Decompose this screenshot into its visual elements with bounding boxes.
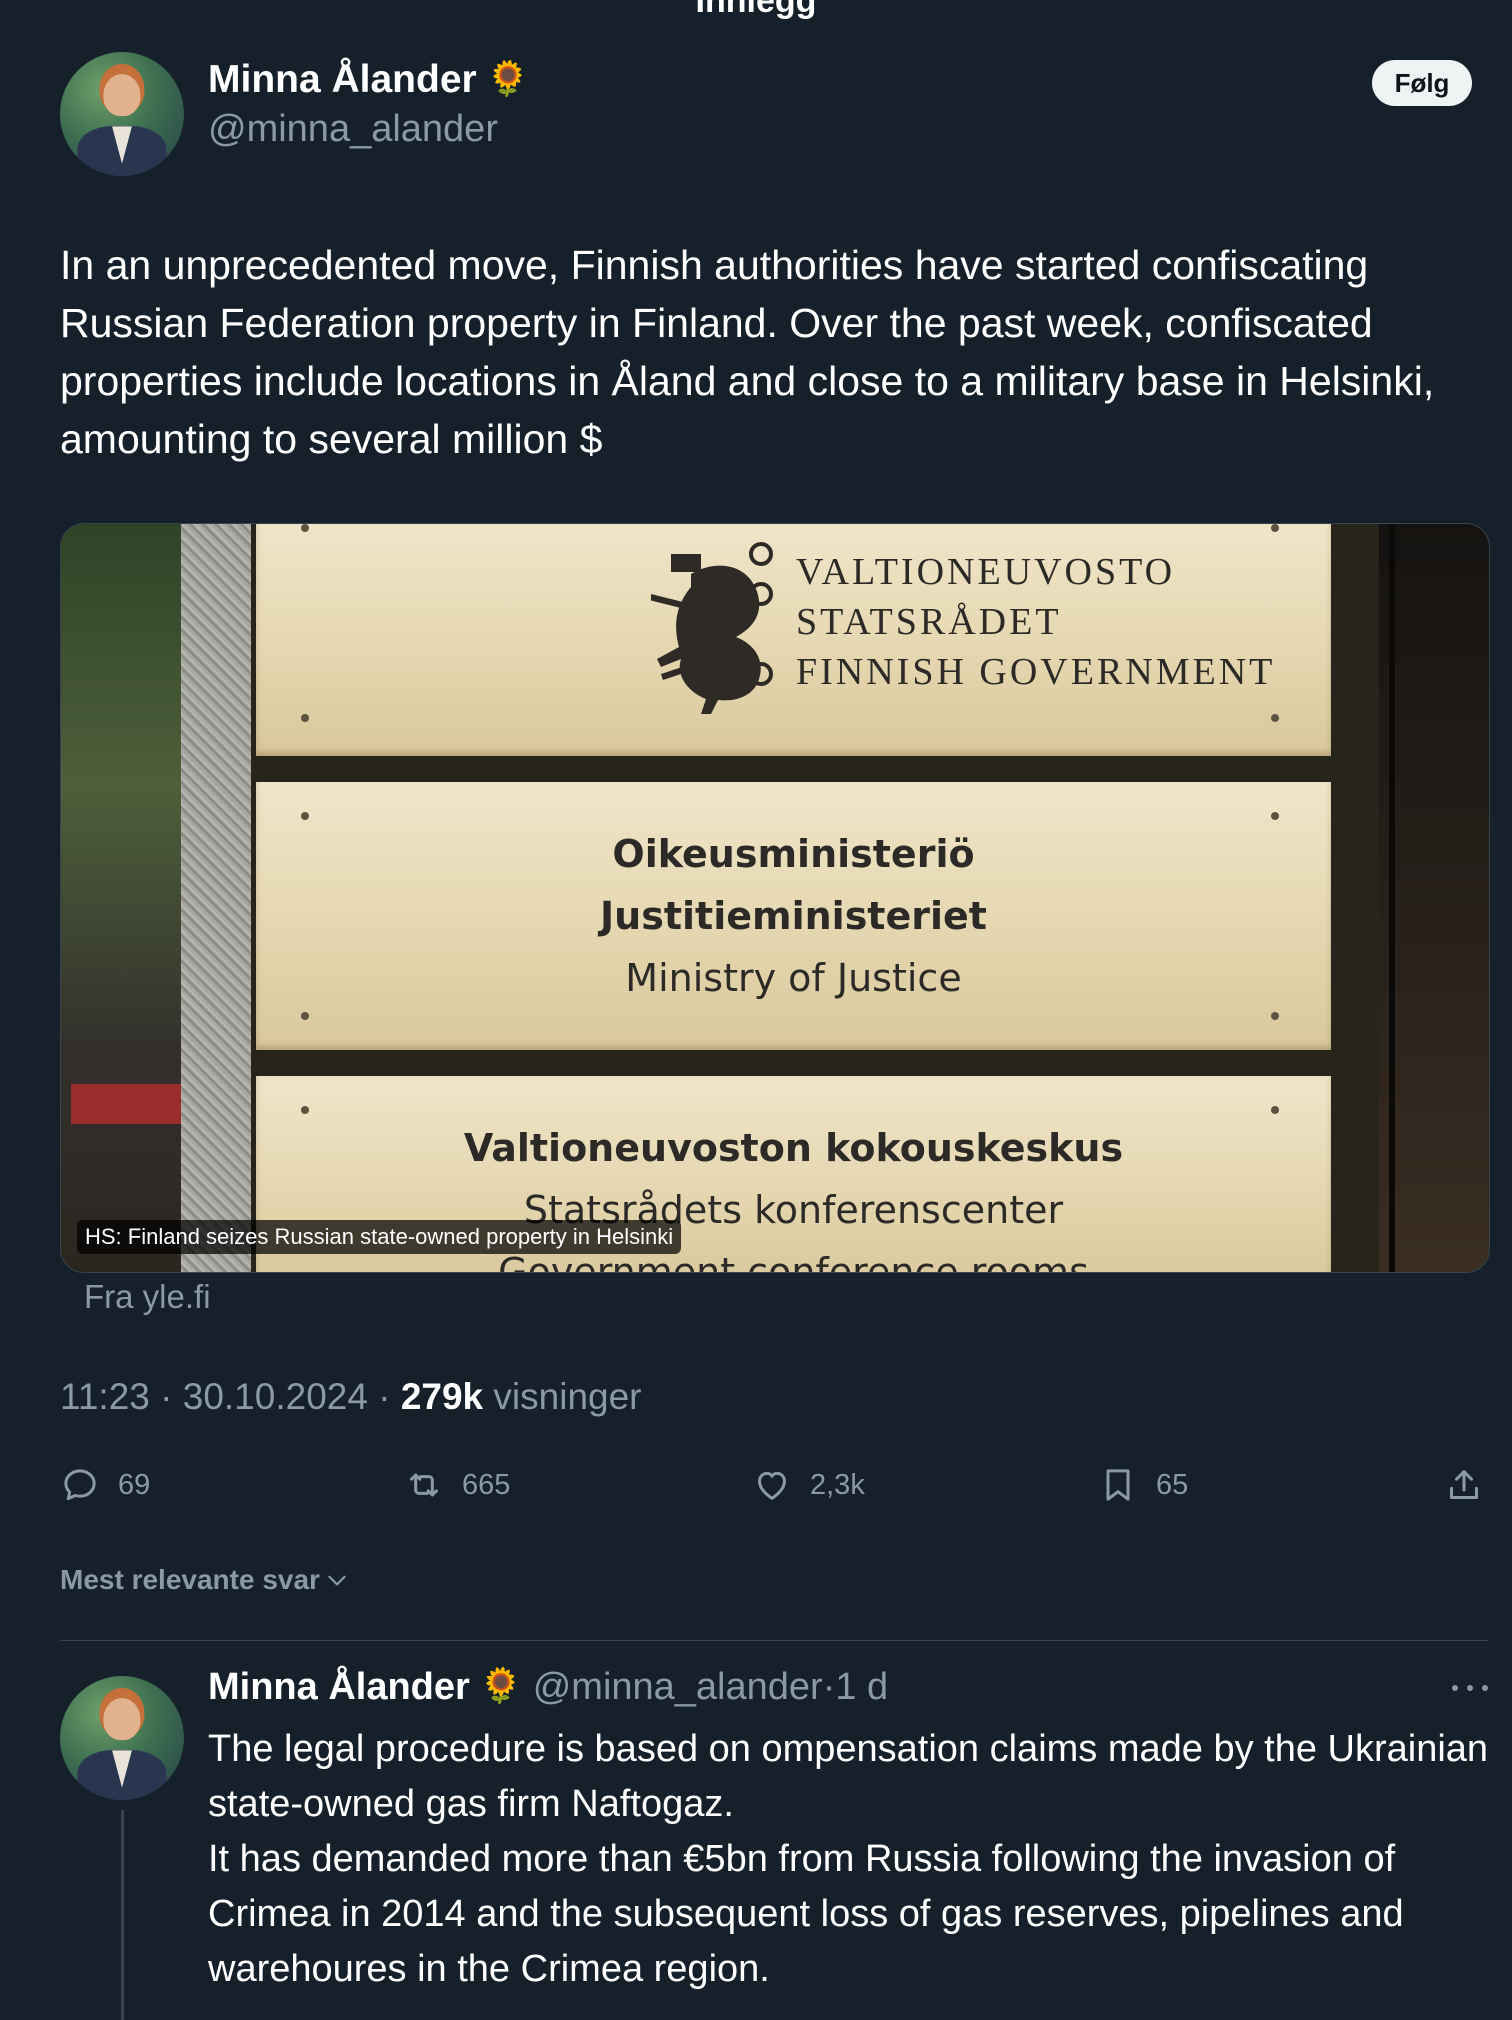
- sign-plate-government: VALTIONEUVOSTO STATSRÅDET FINNISH GOVERN…: [256, 524, 1331, 756]
- meta-separator: ·: [149, 1376, 183, 1417]
- photo-background-right: [1379, 524, 1489, 1272]
- screw: [301, 812, 309, 820]
- card-source[interactable]: Fra yle.fi: [84, 1278, 211, 1316]
- sign-line: STATSRÅDET: [796, 601, 1062, 643]
- thread-line: [121, 1810, 124, 2020]
- sign-line: Oikeusministeriö: [612, 832, 975, 876]
- post-date[interactable]: 30.10.2024: [183, 1376, 368, 1417]
- reply-age[interactable]: 1 d: [835, 1666, 888, 1708]
- share-button[interactable]: [1444, 1462, 1484, 1508]
- sign-line: Valtioneuvoston kokouskeskus: [463, 1126, 1124, 1170]
- reply-button[interactable]: 69: [60, 1462, 150, 1508]
- reply-sort-label: Mest relevante svar: [60, 1564, 320, 1595]
- repost-button[interactable]: 665: [404, 1462, 510, 1508]
- post-time[interactable]: 11:23: [60, 1376, 150, 1417]
- reply-author-name[interactable]: Minna Ålander: [208, 1666, 470, 1708]
- sign-line: VALTIONEUVOSTO: [796, 551, 1176, 593]
- photo-door-frame: [1389, 524, 1395, 1272]
- link-card[interactable]: VALTIONEUVOSTO STATSRÅDET FINNISH GOVERN…: [60, 523, 1490, 1273]
- reply-count: 69: [118, 1468, 151, 1501]
- screw: [1271, 812, 1279, 820]
- photo-granite-pillar: [181, 524, 261, 1272]
- screw: [1271, 1106, 1279, 1114]
- screw: [301, 1106, 309, 1114]
- reply-author-handle[interactable]: @minna_alander: [533, 1666, 823, 1708]
- like-count: 2,3k: [810, 1468, 865, 1501]
- reply-text: The legal procedure is based on ompensat…: [208, 1722, 1498, 1997]
- follow-button[interactable]: Følg: [1372, 60, 1472, 106]
- screw: [301, 714, 309, 722]
- bookmark-button[interactable]: 65: [1098, 1462, 1188, 1508]
- reply-sort-dropdown[interactable]: Mest relevante svar: [60, 1564, 350, 1596]
- author-name-text: Minna Ålander: [208, 58, 477, 101]
- more-dot: [1467, 1685, 1473, 1691]
- share-icon: [1450, 1470, 1478, 1499]
- repost-count: 665: [462, 1468, 511, 1501]
- like-button[interactable]: 2,3k: [752, 1462, 865, 1508]
- screw: [301, 1012, 309, 1020]
- bookmark-icon: [1106, 1469, 1130, 1501]
- screw: [301, 524, 309, 532]
- card-caption: HS: Finland seizes Russian state-owned p…: [77, 1220, 682, 1254]
- more-dot: [1452, 1685, 1458, 1691]
- reply-author-avatar[interactable]: [60, 1676, 184, 1800]
- more-options-button[interactable]: [1452, 1676, 1488, 1700]
- coat-of-arms-icon: [651, 542, 773, 714]
- heart-icon: [758, 1471, 786, 1500]
- post-meta: 11:23 · 30.10.2024 · 279k visninger: [60, 1376, 642, 1418]
- bookmark-count: 65: [1156, 1468, 1189, 1501]
- post-text: In an unprecedented move, Finnish author…: [60, 242, 1435, 462]
- author-avatar[interactable]: [60, 52, 184, 176]
- reply-header: Minna Ålander 🌻 @minna_alander·1 d: [208, 1666, 888, 1709]
- more-dot: [1482, 1685, 1488, 1691]
- sunflower-icon: 🌻: [479, 1667, 523, 1705]
- repost-icon: [410, 1473, 438, 1497]
- screw: [1271, 714, 1279, 722]
- screw: [1271, 1012, 1279, 1020]
- reply-separator: ·: [822, 1666, 836, 1708]
- sign-line: Justitieministeriet: [600, 894, 987, 938]
- reply-icon: [64, 1469, 96, 1501]
- divider: [60, 1640, 1488, 1641]
- sunflower-icon: 🌻: [486, 60, 530, 98]
- author-handle[interactable]: @minna_alander: [208, 108, 498, 151]
- views-count: 279k: [400, 1376, 484, 1417]
- photo-red-sign: [71, 1084, 181, 1124]
- page-title: Innlegg: [695, 0, 817, 20]
- reply-paragraph: The legal procedure is based on ompensat…: [208, 1728, 1489, 1825]
- screw: [1271, 524, 1279, 532]
- reply-paragraph: It has demanded more than €5bn from Russ…: [208, 1838, 1404, 1990]
- sign-plate-ministry: Oikeusministeriö Justitieministeriet Min…: [256, 782, 1331, 1050]
- chevron-down-icon: [328, 1575, 346, 1586]
- author-name[interactable]: Minna Ålander 🌻: [208, 58, 529, 102]
- sign-line: FINNISH GOVERNMENT: [796, 651, 1276, 693]
- views-label: visninger: [483, 1376, 642, 1417]
- meta-separator: ·: [367, 1376, 401, 1417]
- avatar-face: [103, 1698, 141, 1741]
- avatar-face: [103, 74, 141, 117]
- sign-line: Ministry of Justice: [625, 956, 962, 1000]
